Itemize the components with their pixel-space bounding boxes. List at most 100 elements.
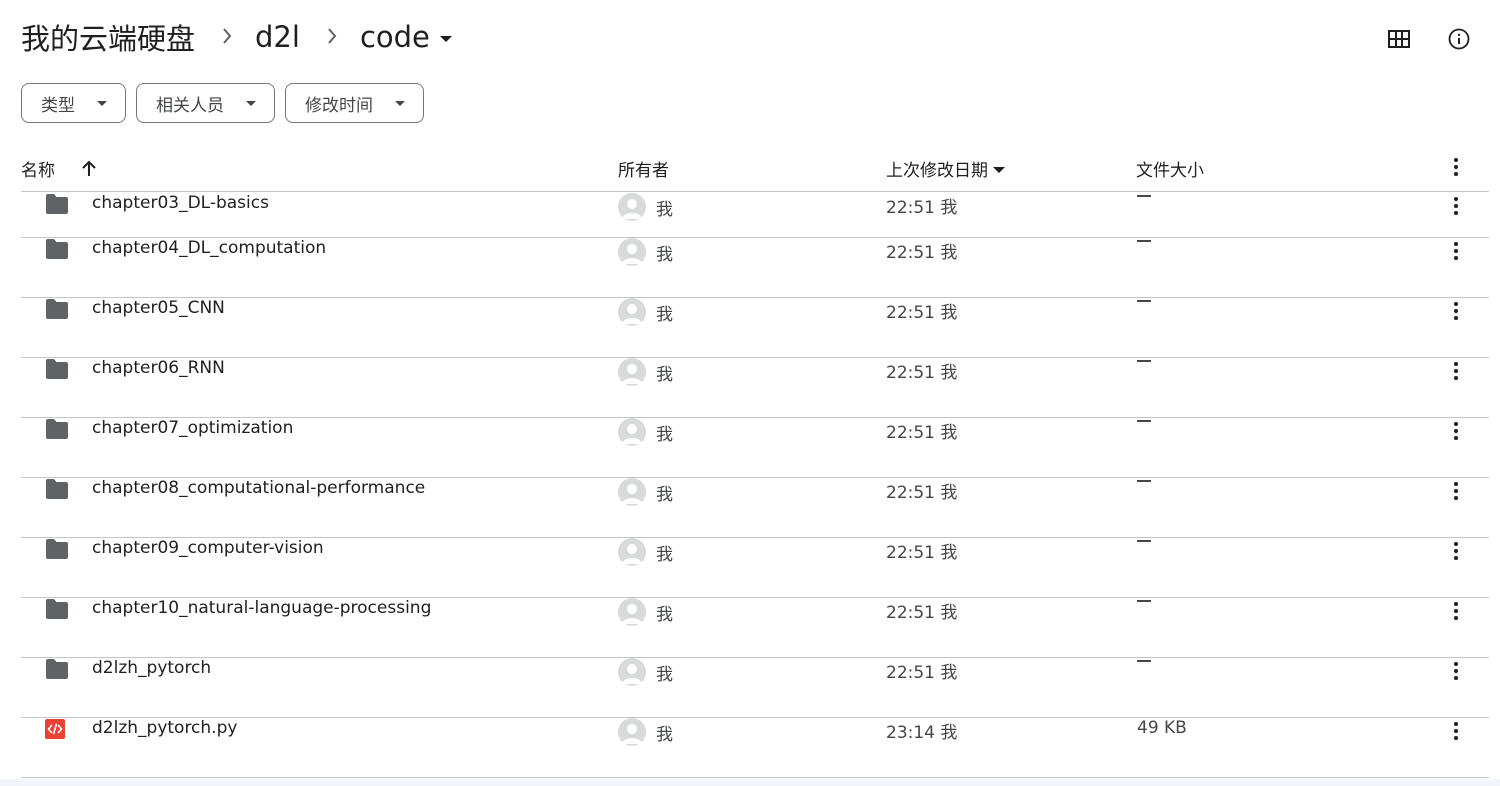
row-more-button[interactable] bbox=[1445, 658, 1467, 684]
breadcrumb-parent[interactable]: d2l bbox=[255, 20, 300, 54]
size-column-label: 文件大小 bbox=[1136, 161, 1204, 181]
caret-down-icon bbox=[439, 36, 452, 42]
table-row[interactable]: chapter08_computational-performance 我 22… bbox=[21, 478, 1489, 538]
avatar bbox=[618, 538, 646, 566]
owner-name: 我 bbox=[656, 604, 673, 625]
header-actions bbox=[1382, 22, 1476, 56]
modified-date: 22:51 我 bbox=[886, 363, 958, 383]
row-more-button[interactable] bbox=[1445, 598, 1467, 624]
modified-filter-chip[interactable]: 修改时间 bbox=[285, 83, 424, 123]
grid-view-button[interactable] bbox=[1382, 22, 1416, 56]
name-column-header[interactable]: 名称 bbox=[21, 156, 97, 181]
table-row[interactable]: d2lzh_pytorch 我 22:51 我 bbox=[21, 658, 1489, 718]
row-more-button[interactable] bbox=[1445, 298, 1467, 324]
info-icon bbox=[1448, 28, 1470, 50]
row-more-button[interactable] bbox=[1445, 358, 1467, 384]
owner-name: 我 bbox=[656, 544, 673, 565]
folder-icon bbox=[44, 658, 70, 680]
folder-icon bbox=[44, 598, 70, 620]
table-row[interactable]: chapter10_natural-language-processing 我 … bbox=[21, 598, 1489, 658]
modified-date: 22:51 我 bbox=[886, 303, 958, 323]
modified-column-header[interactable]: 上次修改日期 bbox=[886, 156, 1005, 181]
owner-column-header[interactable]: 所有者 bbox=[618, 156, 669, 181]
arrow-up-icon[interactable] bbox=[81, 160, 97, 178]
modified-date: 22:51 我 bbox=[886, 483, 958, 503]
code-file-icon bbox=[44, 718, 70, 740]
owner-cell: 我 bbox=[618, 193, 673, 221]
file-size bbox=[1137, 418, 1151, 422]
file-name: chapter09_computer-vision bbox=[92, 538, 324, 558]
chevron-right-icon bbox=[326, 25, 338, 49]
file-size bbox=[1137, 238, 1151, 242]
more-vert-icon bbox=[1454, 158, 1458, 176]
row-more-button[interactable] bbox=[1445, 478, 1467, 504]
owner-cell: 我 bbox=[618, 298, 673, 326]
empty-size-dash bbox=[1137, 420, 1151, 422]
size-column-header[interactable]: 文件大小 bbox=[1136, 156, 1204, 181]
file-size bbox=[1137, 193, 1151, 197]
avatar bbox=[618, 418, 646, 446]
file-size bbox=[1137, 358, 1151, 362]
row-more-button[interactable] bbox=[1445, 718, 1467, 744]
table-header: 名称 所有者 上次修改日期 文件大小 bbox=[21, 146, 1489, 192]
modified-date: 22:51 我 bbox=[886, 198, 958, 218]
caret-down-icon bbox=[246, 100, 256, 106]
file-name: d2lzh_pytorch bbox=[92, 658, 212, 678]
table-row[interactable]: chapter05_CNN 我 22:51 我 bbox=[21, 298, 1489, 358]
breadcrumb-root[interactable]: 我的云端硬盘 bbox=[21, 16, 195, 58]
modified-date: 22:51 我 bbox=[886, 663, 958, 683]
file-size bbox=[1137, 658, 1151, 662]
row-more-button[interactable] bbox=[1445, 538, 1467, 564]
table-row[interactable]: chapter03_DL-basics 我 22:51 我 bbox=[21, 193, 1489, 238]
owner-name: 我 bbox=[656, 664, 673, 685]
drive-page: 我的云端硬盘 d2l code 类型 相关人员 修改时间 名称 所有者 上次修改… bbox=[0, 0, 1500, 786]
modified-date: 22:51 我 bbox=[886, 603, 958, 623]
folder-icon bbox=[44, 418, 70, 440]
file-size bbox=[1137, 598, 1151, 602]
folder-icon bbox=[44, 478, 70, 500]
row-more-button[interactable] bbox=[1445, 193, 1467, 219]
row-more-button[interactable] bbox=[1445, 238, 1467, 264]
owner-name: 我 bbox=[656, 244, 673, 265]
owner-name: 我 bbox=[656, 484, 673, 505]
column-options-button[interactable] bbox=[1445, 154, 1467, 180]
more-vert-icon bbox=[1454, 422, 1458, 440]
filter-bar: 类型 相关人员 修改时间 bbox=[21, 83, 424, 123]
empty-size-dash bbox=[1137, 300, 1151, 302]
file-name: d2lzh_pytorch.py bbox=[92, 718, 238, 738]
empty-size-dash bbox=[1137, 540, 1151, 542]
file-list: chapter03_DL-basics 我 22:51 我 chapter04_… bbox=[21, 193, 1489, 786]
caret-down-icon bbox=[97, 100, 107, 106]
avatar bbox=[618, 598, 646, 626]
people-filter-chip[interactable]: 相关人员 bbox=[136, 83, 275, 123]
breadcrumb-current-menu[interactable]: code bbox=[360, 20, 452, 54]
table-row[interactable]: d2lzh_pytorch.py 我 23:14 我 49 KB bbox=[21, 718, 1489, 778]
owner-column-label: 所有者 bbox=[618, 161, 669, 181]
more-vert-icon bbox=[1454, 542, 1458, 560]
table-row[interactable]: chapter09_computer-vision 我 22:51 我 bbox=[21, 538, 1489, 598]
folder-icon bbox=[44, 358, 70, 380]
info-button[interactable] bbox=[1442, 22, 1476, 56]
empty-size-dash bbox=[1137, 240, 1151, 242]
modified-filter-label: 修改时间 bbox=[305, 95, 373, 116]
avatar bbox=[618, 298, 646, 326]
owner-name: 我 bbox=[656, 199, 673, 220]
modified-date: 22:51 我 bbox=[886, 543, 958, 563]
row-more-button[interactable] bbox=[1445, 418, 1467, 444]
type-filter-chip[interactable]: 类型 bbox=[21, 83, 126, 123]
breadcrumb-current: code bbox=[359, 20, 430, 54]
folder-icon bbox=[44, 193, 70, 215]
table-row[interactable]: chapter07_optimization 我 22:51 我 bbox=[21, 418, 1489, 478]
owner-cell: 我 bbox=[618, 538, 673, 566]
bottom-strip bbox=[0, 779, 1500, 786]
more-vert-icon bbox=[1454, 602, 1458, 620]
file-name: chapter08_computational-performance bbox=[92, 478, 426, 498]
owner-name: 我 bbox=[656, 424, 673, 445]
folder-icon bbox=[44, 238, 70, 260]
file-size bbox=[1137, 538, 1151, 542]
folder-icon bbox=[44, 298, 70, 320]
table-row[interactable]: chapter06_RNN 我 22:51 我 bbox=[21, 358, 1489, 418]
more-vert-icon bbox=[1454, 197, 1458, 215]
table-row[interactable]: chapter04_DL_computation 我 22:51 我 bbox=[21, 238, 1489, 298]
more-vert-icon bbox=[1454, 722, 1458, 740]
